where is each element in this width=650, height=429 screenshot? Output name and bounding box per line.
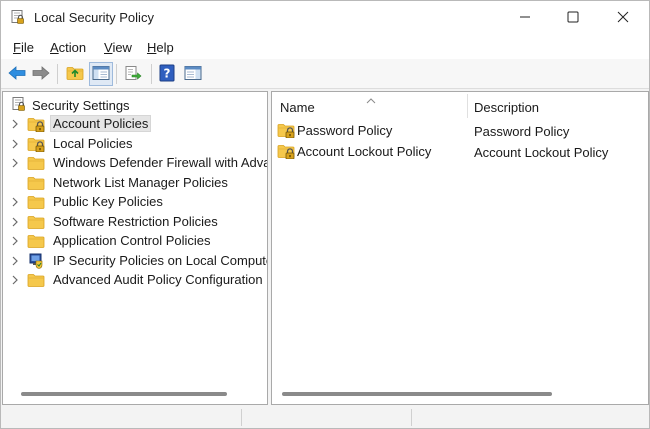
locked-folder-icon [27,136,45,152]
tree-root-security-settings[interactable]: Security Settings [11,96,130,114]
show-hide-action-pane-button[interactable] [181,62,205,86]
tree-item-network-list-manager[interactable]: Network List Manager Policies [9,173,267,192]
tree-root-label: Security Settings [32,97,130,113]
tree-item-account-policies[interactable]: Account Policies [9,114,267,133]
column-header: Name Description [272,92,648,120]
title-bar[interactable]: Local Security Policy [1,1,649,35]
up-one-level-button[interactable] [63,62,87,86]
status-separator [411,409,412,426]
tree-item-advanced-audit[interactable]: Advanced Audit Policy Configuration [9,270,267,289]
window-title: Local Security Policy [34,10,154,25]
show-hide-console-tree-button[interactable] [89,62,113,86]
close-button[interactable] [599,1,647,35]
toolbar-separator [151,64,152,84]
forward-arrow-icon [31,65,51,84]
tree-item-application-control[interactable]: Application Control Policies [9,231,267,250]
minimize-button[interactable] [501,1,549,35]
folder-icon [27,194,45,210]
chevron-right-icon[interactable] [9,216,21,228]
folder-icon [27,214,45,230]
tree-item-label: Public Key Policies [53,194,163,209]
tree-item-label: Account Policies [50,115,152,132]
back-arrow-icon [7,65,27,84]
export-list-icon [124,65,142,84]
chevron-right-icon[interactable] [9,274,21,286]
locked-folder-icon [277,122,295,138]
minimize-icon [519,11,531,26]
locked-folder-icon [27,116,45,132]
security-policy-icon [10,9,26,25]
folder-icon [27,272,45,288]
show-hide-console-tree-icon [92,65,110,84]
chevron-right-icon[interactable] [9,138,21,150]
svg-text:?: ? [164,66,171,80]
menu-view[interactable]: View [104,40,132,55]
locked-folder-icon [277,143,295,159]
chevron-right-icon[interactable] [9,196,21,208]
maximize-button[interactable] [549,1,597,35]
back-button[interactable] [5,62,29,86]
tree-item-public-key-policies[interactable]: Public Key Policies [9,192,267,211]
toolbar-separator [57,64,58,84]
toolbar-separator [116,64,117,84]
chevron-right-icon[interactable] [9,118,21,130]
tree-item-label: IP Security Policies on Local Computer [53,253,268,268]
list-item-description: Account Lockout Policy [474,145,609,160]
tree-item-software-restriction[interactable]: Software Restriction Policies [9,212,267,231]
tree-item-windows-defender-firewall[interactable]: Windows Defender Firewall with Advanced … [9,153,268,172]
tree-item-label: Local Policies [53,136,133,151]
folder-icon [27,233,45,249]
list-item-account-lockout-policy[interactable]: Account Lockout Policy Account Lockout P… [277,142,647,162]
menu-file[interactable]: File [13,40,34,55]
tree-item-label: Software Restriction Policies [53,214,218,229]
status-bar [1,407,649,428]
menu-action[interactable]: Action [50,40,86,55]
horizontal-scrollbar-thumb[interactable] [21,392,227,396]
list-item-name: Password Policy [297,122,393,138]
folder-icon [27,175,45,191]
close-icon [617,11,629,26]
ip-security-icon [27,253,45,269]
tree-item-label: Advanced Audit Policy Configuration [53,272,263,287]
status-separator [241,409,242,426]
security-settings-icon [11,96,27,115]
tree-item-label: Windows Defender Firewall with Advanced … [53,155,268,170]
help-icon: ? [158,64,176,85]
chevron-right-icon[interactable] [9,157,21,169]
column-name-header[interactable]: Name [280,100,315,115]
help-button[interactable]: ? [155,62,179,86]
folder-icon [27,155,45,171]
toolbar: ? [1,59,649,89]
sort-ascending-icon [366,92,376,107]
list-item-description: Password Policy [474,124,570,139]
chevron-right-icon[interactable] [9,255,21,267]
menu-bar: File Action View Help [1,35,649,59]
column-divider[interactable] [467,94,468,118]
main-window: Local Security Policy File Action View H… [0,0,650,429]
tree-item-label: Network List Manager Policies [53,175,228,190]
maximize-icon [567,11,579,26]
chevron-right-icon[interactable] [9,235,21,247]
tree-item-label: Application Control Policies [53,233,211,248]
forward-button[interactable] [29,62,53,86]
menu-help[interactable]: Help [147,40,174,55]
horizontal-scrollbar-thumb[interactable] [282,392,552,396]
list-item-password-policy[interactable]: Password Policy Password Policy [277,121,647,141]
list-item-name: Account Lockout Policy [297,143,432,159]
details-pane[interactable]: Name Description Password Policy Passwor… [271,91,649,405]
up-folder-icon [66,65,84,84]
show-hide-action-pane-icon [184,65,202,84]
tree-item-local-policies[interactable]: Local Policies [9,134,267,153]
column-description-header[interactable]: Description [474,100,539,115]
export-list-button[interactable] [121,62,145,86]
console-tree[interactable]: Security Settings Account Policies Local… [2,91,268,405]
tree-item-ip-security[interactable]: IP Security Policies on Local Computer [9,251,268,270]
